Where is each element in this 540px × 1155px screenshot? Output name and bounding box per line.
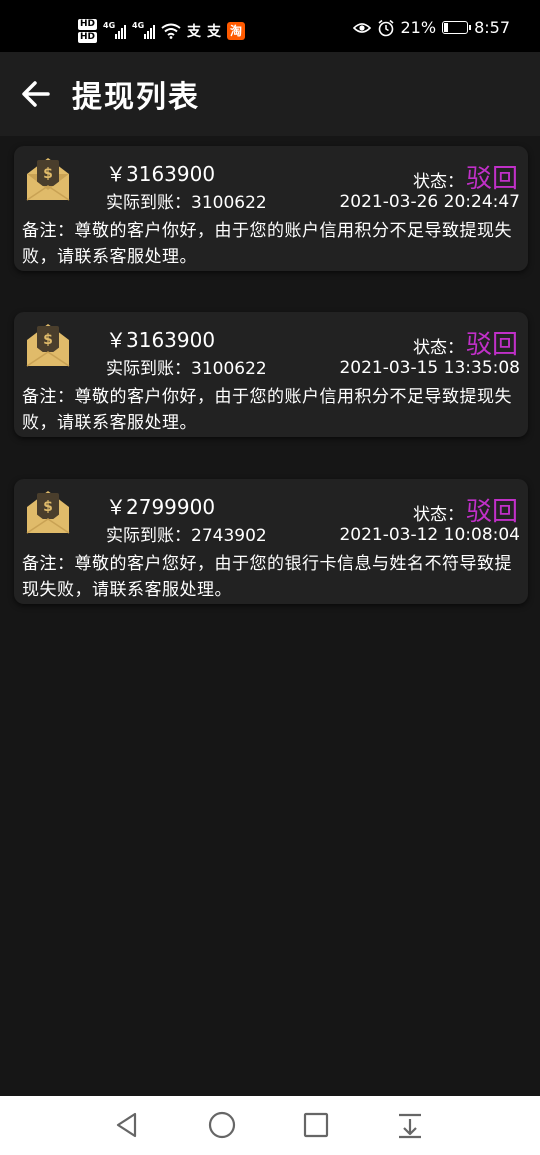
- status: 状态： 驳回: [413, 491, 518, 528]
- status: 状态： 驳回: [413, 324, 518, 361]
- clock: 8:57: [474, 18, 510, 37]
- app-header: 提现列表: [0, 52, 540, 136]
- status-bar-left: HD HD 4G 4G 支 支 淘: [78, 14, 246, 48]
- status-bar-right: 21% 8:57: [352, 18, 510, 37]
- square-recent-icon[interactable]: [301, 1110, 331, 1140]
- status-badge: 驳回: [465, 330, 518, 360]
- withdrawal-amount: ￥3163900: [106, 162, 216, 186]
- alarm-icon: [377, 19, 394, 36]
- svg-text:$: $: [43, 166, 53, 182]
- money-envelope-icon: $: [26, 491, 70, 534]
- withdrawal-time: 2021-03-26 20:24:47: [339, 192, 520, 212]
- remark-text: 备注：尊敬的客户您好，由于您的银行卡信息与姓名不符导致提现失败，请联系客服处理。: [22, 554, 512, 600]
- triangle-back-icon[interactable]: [112, 1110, 142, 1140]
- withdrawal-card[interactable]: $ ￥2799900 实际到账：2743902 状态： 驳回 2021-03-1…: [14, 479, 528, 604]
- money-envelope-icon: $: [26, 158, 70, 201]
- status-badge: 驳回: [465, 164, 518, 194]
- withdrawal-amount: ￥2799900: [106, 495, 216, 519]
- withdrawal-time: 2021-03-12 10:08:04: [339, 525, 520, 545]
- remark-text: 备注：尊敬的客户你好，由于您的账户信用积分不足导致提现失败，请联系客服处理。: [22, 387, 512, 433]
- withdrawal-amount: ￥3163900: [106, 328, 216, 352]
- system-nav-bar: [0, 1096, 540, 1155]
- status-bar: HD HD 4G 4G 支 支 淘 21% 8:57: [0, 0, 540, 52]
- signal-icon: 4G: [103, 21, 127, 39]
- status-label: 状态：: [412, 505, 464, 525]
- svg-text:$: $: [43, 499, 53, 515]
- status-label: 状态：: [412, 172, 464, 192]
- svg-text:$: $: [43, 332, 53, 348]
- arrow-left-icon[interactable]: [18, 76, 54, 112]
- actual-received: 实际到账：3100622: [106, 193, 267, 213]
- withdrawal-card[interactable]: $ ￥3163900 实际到账：3100622 状态： 驳回 2021-03-1…: [14, 312, 528, 437]
- eye-icon: [352, 22, 371, 33]
- network-type: 4G: [132, 21, 145, 30]
- hd-indicators: HD HD: [78, 19, 98, 43]
- taobao-notification-icon: 淘: [227, 22, 246, 40]
- alipay-notification-icon: 支: [207, 24, 222, 40]
- withdrawal-time: 2021-03-15 13:35:08: [339, 358, 520, 378]
- money-envelope-icon: $: [26, 324, 70, 367]
- remark-text: 备注：尊敬的客户你好，由于您的账户信用积分不足导致提现失败，请联系客服处理。: [22, 221, 512, 267]
- status-badge: 驳回: [465, 497, 518, 527]
- network-type: 4G: [103, 21, 116, 30]
- actual-received: 实际到账：2743902: [106, 526, 267, 546]
- alipay-notification-icon: 支: [187, 24, 202, 40]
- signal-icon: 4G: [132, 21, 156, 39]
- wifi-icon: [161, 23, 181, 39]
- status-label: 状态：: [412, 338, 464, 358]
- circle-home-icon[interactable]: [207, 1110, 237, 1140]
- page-title: 提现列表: [72, 80, 200, 115]
- actual-received: 实际到账：3100622: [106, 359, 267, 379]
- hd-badge: HD: [78, 32, 98, 43]
- withdrawal-card[interactable]: $ ￥3163900 实际到账：3100622 状态： 驳回 2021-03-2…: [14, 146, 528, 271]
- download-tray-icon[interactable]: [395, 1110, 425, 1140]
- battery-icon: [442, 21, 472, 34]
- status: 状态： 驳回: [413, 158, 518, 195]
- battery-percent: 21%: [400, 18, 437, 37]
- hd-badge: HD: [78, 19, 98, 30]
